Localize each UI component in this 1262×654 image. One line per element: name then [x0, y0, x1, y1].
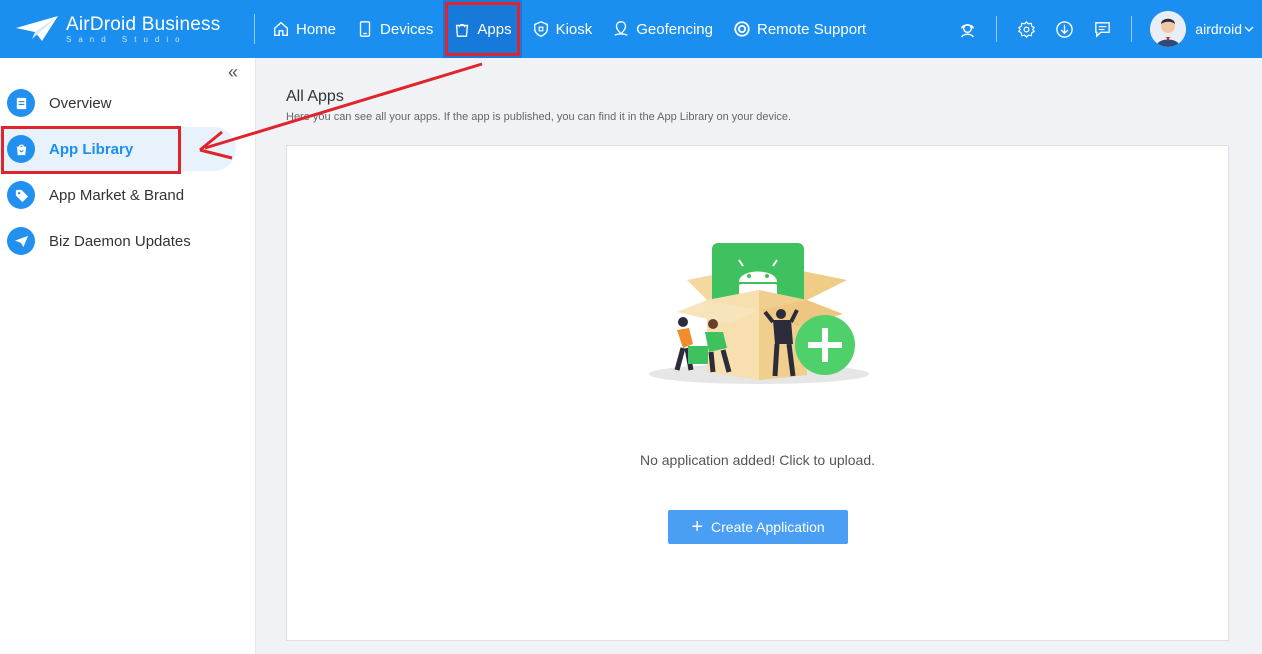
bag-icon — [456, 23, 469, 37]
nav-geofencing-label: Geofencing — [636, 20, 713, 38]
sidebar-item-app-market-brand[interactable]: App Market & Brand — [0, 173, 236, 217]
nav-home[interactable]: Home — [262, 0, 346, 58]
nav-home-label: Home — [296, 20, 337, 38]
plus-icon: + — [691, 516, 704, 538]
paper-plane-logo-icon — [16, 16, 58, 41]
message-icon — [1094, 21, 1110, 38]
messages-button[interactable] — [1083, 0, 1121, 58]
settings-button[interactable] — [1007, 0, 1045, 58]
nav-apps[interactable]: Apps — [443, 0, 522, 58]
map-pin-icon — [614, 21, 628, 36]
header-divider — [996, 16, 998, 42]
nav-devices-label: Devices — [380, 20, 434, 38]
gear-icon — [1017, 20, 1035, 38]
sidebar: « Overview App Library App Market & Bran… — [0, 58, 256, 654]
main-nav: Home Devices Apps Kiosk Geofencing Remot… — [262, 0, 876, 58]
lifebuoy-icon — [734, 21, 750, 37]
brand-title: AirDroid Business — [66, 13, 221, 35]
avatar — [1150, 11, 1187, 47]
download-button[interactable] — [1045, 0, 1083, 58]
empty-box-illustration — [649, 243, 869, 384]
user-menu[interactable]: airdroid — [1150, 11, 1254, 47]
collapse-sidebar-icon[interactable]: « — [228, 63, 244, 81]
nav-kiosk[interactable]: Kiosk — [522, 0, 603, 58]
page-title: All Apps — [286, 88, 344, 105]
tag-icon — [7, 181, 35, 209]
nav-remote-support[interactable]: Remote Support — [723, 0, 876, 58]
header-divider — [1131, 16, 1133, 42]
home-icon — [274, 21, 288, 36]
nav-remote-support-label: Remote Support — [757, 20, 867, 38]
top-header: AirDroid Business Sand Studio Home Devic… — [0, 0, 1262, 58]
brand-logo[interactable]: AirDroid Business Sand Studio — [14, 10, 234, 48]
apps-card: No application added! Click to upload. +… — [286, 145, 1229, 641]
create-application-label: Create Application — [711, 519, 825, 535]
sidebar-item-biz-daemon-updates[interactable]: Biz Daemon Updates — [0, 219, 236, 263]
support-agent-icon — [960, 23, 974, 37]
brand-subtitle: Sand Studio — [66, 34, 187, 44]
user-name: airdroid — [1195, 21, 1242, 37]
header-divider — [254, 14, 255, 44]
download-icon — [1056, 20, 1073, 38]
sidebar-item-label: Biz Daemon Updates — [49, 232, 191, 250]
header-actions: airdroid — [948, 0, 1262, 58]
nav-apps-label: Apps — [477, 20, 512, 38]
paper-plane-icon — [7, 227, 35, 255]
create-application-button[interactable]: + Create Application — [668, 510, 848, 544]
chevron-down-icon — [1244, 26, 1254, 32]
support-agent-button[interactable] — [948, 0, 986, 58]
nav-devices[interactable]: Devices — [346, 0, 443, 58]
device-icon — [359, 21, 371, 37]
sidebar-item-overview[interactable]: Overview — [0, 81, 236, 125]
nav-kiosk-label: Kiosk — [555, 20, 593, 38]
nav-geofencing[interactable]: Geofencing — [602, 0, 723, 58]
sidebar-item-label: Overview — [49, 94, 112, 112]
page-subtitle: Here you can see all your apps. If the a… — [286, 111, 792, 123]
document-icon — [7, 89, 35, 117]
highlight-box — [1, 126, 181, 174]
lock-icon — [533, 21, 548, 37]
sidebar-item-label: App Market & Brand — [49, 186, 185, 204]
empty-state-text: No application added! Click to upload. — [639, 452, 876, 468]
